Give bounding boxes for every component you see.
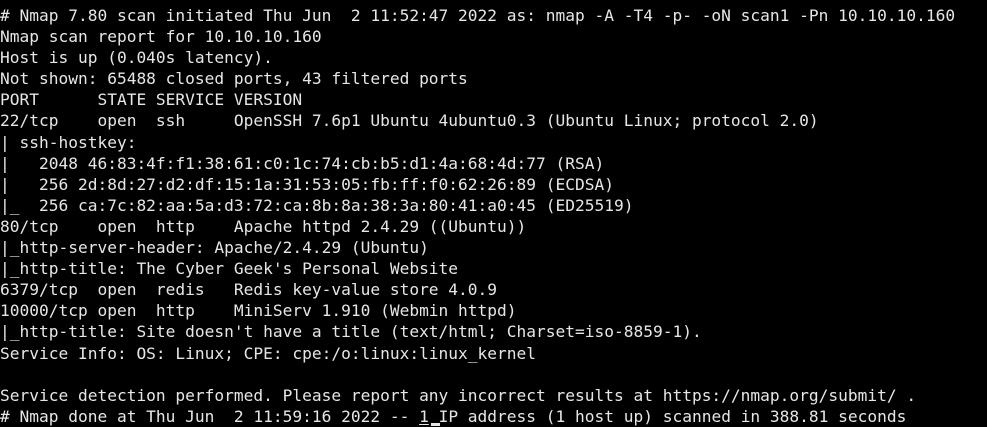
- port-row-6379: 6379/tcp open redis Redis key-value stor…: [0, 280, 498, 300]
- scan-start-comment: # Nmap 7.80 scan initiated Thu Jun 2 11:…: [0, 6, 956, 25]
- hostkey-rsa-line: | 2048 46:83:4f:f1:38:61:c0:1c:74:cb:b5:…: [0, 153, 605, 173]
- scan-done-prefix: # Nmap done at Thu Jun 2 11:59:16 2022 -…: [0, 406, 420, 426]
- scan-report-line: Nmap scan report for 10.10.10.160: [0, 27, 322, 47]
- port-table-header: PORT STATE SERVICE VERSION: [0, 90, 303, 110]
- hostkey-ed25519-line: |_ 256 ca:7c:82:aa:5a:d3:72:ca:8b:8a:38:…: [0, 195, 634, 215]
- scrolled-off-text-fragment: [0, 0, 987, 1]
- port-row-10000: 10000/tcp open http MiniServ 1.910 (Webm…: [0, 301, 517, 321]
- not-shown-line: Not shown: 65488 closed ports, 43 filter…: [0, 69, 468, 89]
- service-info-line: Service Info: OS: Linux; CPE: cpe:/o:lin…: [0, 343, 537, 363]
- http-title-line-10000: |_http-title: Site doesn't have a title …: [0, 322, 702, 342]
- scan-done-suffix: IP address (1 host up) scanned in 388.81…: [428, 406, 907, 426]
- port-row-80: 80/tcp open http Apache httpd 2.4.29 ((U…: [0, 216, 527, 236]
- terminal-window[interactable]: # Nmap 7.80 scan initiated Thu Jun 2 11:…: [0, 0, 987, 427]
- http-title-line-80: |_http-title: The Cyber Geek's Personal …: [0, 259, 459, 279]
- port-row-22: 22/tcp open ssh OpenSSH 7.6p1 Ubuntu 4ub…: [0, 111, 819, 131]
- scan-done-count: 1: [419, 406, 429, 426]
- ssh-hostkey-header: | ssh-hostkey:: [0, 132, 147, 152]
- hostkey-ecdsa-line: | 256 2d:8d:27:d2:df:15:1a:31:53:05:fb:f…: [0, 174, 614, 194]
- service-detection-line: Service detection performed. Please repo…: [0, 385, 917, 405]
- terminal-cursor: [431, 423, 440, 426]
- http-server-header-line: |_http-server-header: Apache/2.4.29 (Ubu…: [0, 238, 429, 258]
- terminal-output: # Nmap 7.80 scan initiated Thu Jun 2 11:…: [0, 5, 955, 427]
- host-status-line: Host is up (0.040s latency).: [0, 48, 273, 68]
- scan-done-comment: # Nmap done at Thu Jun 2 11:59:16 2022 -…: [0, 406, 955, 427]
